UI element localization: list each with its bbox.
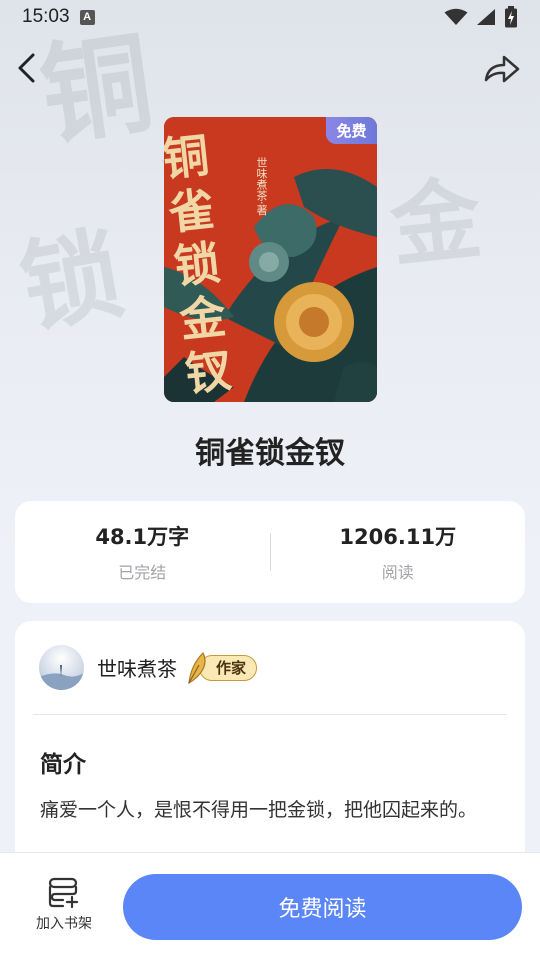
back-button[interactable] — [12, 50, 44, 86]
share-icon — [484, 55, 520, 83]
status-bar: 15:03 A — [0, 0, 540, 34]
add-to-shelf-button[interactable]: 加入书架 — [28, 877, 100, 933]
book-title: 铜雀锁金钗 — [195, 436, 345, 471]
background-calligraphy: 锁 — [11, 214, 131, 348]
battery-charging-icon — [505, 6, 517, 28]
notification-badge: A — [79, 9, 95, 25]
word-count-value: 48.1万字 — [95, 525, 190, 549]
divider — [33, 714, 507, 715]
author-row[interactable]: 世味煮茶 作家 — [39, 645, 258, 690]
completion-status: 已完结 — [118, 563, 167, 582]
share-button[interactable] — [482, 52, 522, 86]
read-count-label: 阅读 — [381, 563, 414, 582]
status-icons — [444, 6, 518, 28]
signal-icon — [477, 9, 495, 25]
intro-text[interactable]: 痛爱一个人，是恨不得用一把金锁，把他囚起来的。 — [40, 791, 500, 829]
bookshelf-icon — [48, 877, 79, 909]
book-cover[interactable]: 铜雀锁金钗 世味煮茶·著 免费 — [164, 117, 377, 402]
free-read-button[interactable]: 免费阅读 — [123, 874, 522, 940]
stats-card: 48.1万字 已完结 1206.11万 阅读 — [15, 501, 525, 603]
quill-icon — [188, 651, 206, 684]
add-to-shelf-label: 加入书架 — [36, 916, 92, 932]
chevron-left-icon — [18, 53, 35, 83]
avatar[interactable] — [39, 645, 84, 690]
cover-author: 世味煮茶·著 — [255, 157, 268, 216]
author-tag: 作家 — [185, 651, 258, 684]
background-calligraphy: 金 — [385, 165, 487, 281]
author-name[interactable]: 世味煮茶 — [97, 653, 177, 682]
word-count-stat: 48.1万字 已完结 — [15, 521, 270, 583]
read-count-value: 1206.11万 — [339, 525, 457, 549]
free-badge: 免费 — [326, 117, 377, 144]
read-count-stat: 1206.11万 阅读 — [271, 521, 526, 583]
bottom-bar: 加入书架 免费阅读 — [0, 852, 540, 960]
avatar-image — [39, 665, 84, 690]
intro-heading: 简介 — [40, 752, 86, 778]
status-time: 15:03 — [22, 6, 70, 27]
wifi-icon — [444, 8, 468, 25]
